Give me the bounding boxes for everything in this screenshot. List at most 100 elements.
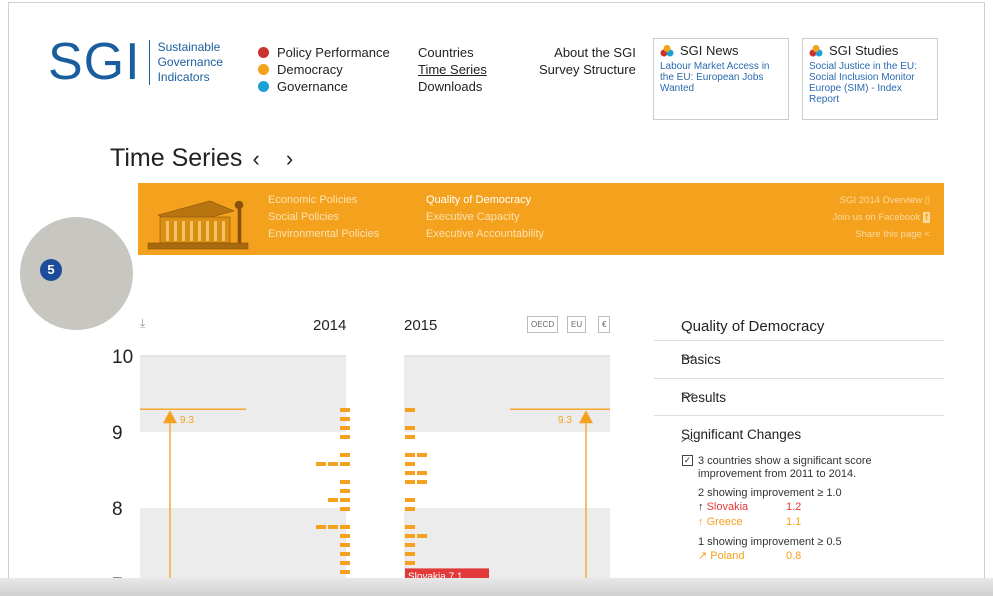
country-score-dash xyxy=(405,435,415,439)
arrow-diagonal-icon: ↗ xyxy=(698,550,708,562)
score-band-high xyxy=(404,356,610,432)
nav-survey[interactable]: Survey Structure xyxy=(539,61,636,78)
country-score-dash xyxy=(405,498,415,502)
accordion-basics[interactable]: Basics ﹀ xyxy=(654,340,944,378)
year-label-right: 2015 xyxy=(404,317,438,334)
accordion-results[interactable]: Results ﹀ xyxy=(654,378,944,416)
nav-time-series[interactable]: Time Series xyxy=(418,61,487,78)
policy-dot-icon xyxy=(258,47,269,58)
country-score-dash xyxy=(417,453,427,457)
page-nav-arrows[interactable]: ‹ › xyxy=(252,146,303,171)
sgi-logo-icon xyxy=(660,44,674,57)
toggle-euro[interactable]: € xyxy=(598,316,611,333)
arrow-up-icon: ↑ xyxy=(698,516,704,528)
facebook-link[interactable]: Join us on Facebook f xyxy=(833,209,930,226)
category-governance[interactable]: Governance xyxy=(258,78,390,95)
link-environmental-policies[interactable]: Environmental Policies xyxy=(268,226,379,243)
country-value: 1.1 xyxy=(786,516,802,528)
y-tick-label: 9 xyxy=(112,423,123,444)
country-score-dash xyxy=(417,534,427,538)
country-score-dash xyxy=(405,426,415,430)
country-score-dash xyxy=(405,543,415,547)
link-quality-of-democracy[interactable]: Quality of Democracy xyxy=(426,192,544,209)
category-label: Governance xyxy=(277,79,348,94)
sgi-overview-link[interactable]: SGI 2014 Overview ▯ xyxy=(833,192,930,209)
link-executive-accountability[interactable]: Executive Accountability xyxy=(426,226,544,243)
logo-mark: SGI xyxy=(48,33,141,91)
accordion-significant-changes[interactable]: Significant Changes ︿ xyxy=(654,415,944,453)
link-social-policies[interactable]: Social Policies xyxy=(268,209,379,226)
group-label: 1 showing improvement ≥ 0.5 xyxy=(698,536,842,548)
democracy-links: Quality of Democracy Executive Capacity … xyxy=(426,192,544,243)
country-score-dash xyxy=(340,435,350,439)
secondary-nav: About the SGI Survey Structure xyxy=(539,44,636,78)
download-icon[interactable]: ⤓ xyxy=(140,316,145,331)
country-name: Slovakia xyxy=(706,501,749,513)
country-score-dash xyxy=(405,525,415,529)
logo-line-2: Governance xyxy=(157,55,223,69)
sgi-studies-box[interactable]: SGI Studies Social Justice in the EU: So… xyxy=(802,38,938,120)
bottom-edge-shadow xyxy=(0,578,993,596)
country-score-dash xyxy=(405,408,415,412)
country-score-dash xyxy=(405,561,415,565)
country-row-greece[interactable]: ↑ Greece 1.1 xyxy=(698,515,932,530)
category-democracy[interactable]: Democracy xyxy=(258,61,390,78)
country-score-dash xyxy=(405,453,415,457)
link-economic-policies[interactable]: Economic Policies xyxy=(268,192,379,209)
country-score-dash xyxy=(340,534,350,538)
share-link[interactable]: Share this page < xyxy=(833,226,930,243)
chevron-up-icon: ︿ xyxy=(681,429,695,444)
country-score-dash xyxy=(316,462,326,466)
sgi-logo[interactable]: SGI Sustainable Governance Indicators xyxy=(48,36,223,88)
logo-text: Sustainable Governance Indicators xyxy=(148,40,223,85)
share-icon: < xyxy=(924,229,930,240)
logo-line-3: Indicators xyxy=(157,70,210,84)
group-label: 2 showing improvement ≥ 1.0 xyxy=(698,487,842,499)
country-score-dash xyxy=(328,498,338,502)
checkbox-checked-icon[interactable]: ✓ xyxy=(682,455,693,466)
country-score-dash xyxy=(340,480,350,484)
category-nav: Policy Performance Democracy Governance xyxy=(258,44,390,95)
country-score-dash xyxy=(316,525,326,529)
country-score-dash xyxy=(340,489,350,493)
country-name: Poland xyxy=(710,550,745,562)
toggle-eu[interactable]: EU xyxy=(567,316,587,333)
category-policy-performance[interactable]: Policy Performance xyxy=(258,44,390,61)
country-value: 0.8 xyxy=(786,550,802,562)
country-score-dash xyxy=(405,507,415,511)
country-row-poland[interactable]: ↗ Poland 0.8 xyxy=(698,549,932,564)
nav-countries[interactable]: Countries xyxy=(418,44,487,61)
chevron-down-icon: ﹀ xyxy=(681,392,695,407)
mean-label-left: 9.3 xyxy=(180,415,194,426)
share-label: Share this page xyxy=(855,229,922,240)
main-nav: Countries Time Series Downloads xyxy=(418,44,487,95)
news-link[interactable]: Labour Market Access in the EU: European… xyxy=(660,61,782,94)
time-series-chart: 10987 9.39.3 Slovakia 7.1 xyxy=(112,347,610,596)
facebook-icon: f xyxy=(922,212,930,223)
toggle-oecd[interactable]: OECD xyxy=(527,316,559,333)
link-executive-capacity[interactable]: Executive Capacity xyxy=(426,209,544,226)
country-name: Greece xyxy=(706,516,743,528)
sgi-news-box[interactable]: SGI News Labour Market Access in the EU:… xyxy=(653,38,789,120)
pdf-icon: ▯ xyxy=(924,195,930,206)
country-row-slovakia[interactable]: ↑ Slovakia 1.2 xyxy=(698,500,932,515)
democracy-dot-icon xyxy=(258,64,269,75)
country-score-dash xyxy=(340,552,350,556)
country-score-dash xyxy=(328,462,338,466)
logo-line-1: Sustainable xyxy=(157,40,221,54)
country-score-dash xyxy=(405,480,415,484)
studies-title: SGI Studies xyxy=(829,43,899,58)
nav-downloads[interactable]: Downloads xyxy=(418,78,487,95)
country-score-dash xyxy=(328,525,338,529)
nav-about[interactable]: About the SGI xyxy=(539,44,636,61)
sgi-logo-icon xyxy=(809,44,823,57)
studies-link[interactable]: Social Justice in the EU: Social Inclusi… xyxy=(809,61,931,105)
country-score-dash xyxy=(340,525,350,529)
group-improvement-05: 1 showing improvement ≥ 0.5 ↗ Poland 0.8 xyxy=(698,536,932,564)
band-actions: SGI 2014 Overview ▯ Join us on Facebook … xyxy=(833,192,930,243)
policy-links: Economic Policies Social Policies Enviro… xyxy=(268,192,379,243)
country-score-dash xyxy=(405,552,415,556)
page-title: Time Series ‹ › xyxy=(110,144,303,173)
country-score-dash xyxy=(340,462,350,466)
topic-band: Economic Policies Social Policies Enviro… xyxy=(138,183,944,255)
